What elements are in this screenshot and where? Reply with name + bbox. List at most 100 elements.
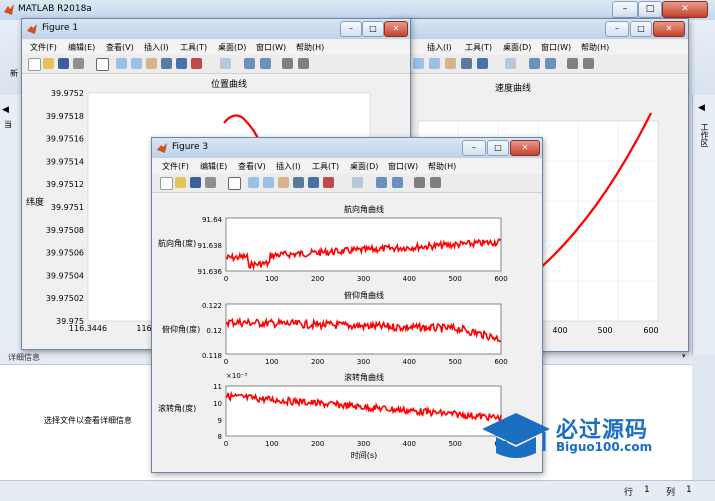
- data-cursor-icon[interactable]: [176, 58, 187, 69]
- watermark-en: Biguo100.com: [556, 440, 653, 454]
- figure1-title: Figure 1: [42, 23, 79, 33]
- brush-icon[interactable]: [323, 177, 334, 188]
- figure1-ytick: 39.9751: [51, 203, 84, 212]
- figure3-xtick: 400: [403, 358, 416, 366]
- status-bar: 行 1 列 1: [0, 480, 715, 501]
- new-figure-icon[interactable]: [160, 177, 173, 190]
- data-cursor-icon[interactable]: [477, 58, 488, 69]
- figure1-ytick: 39.97506: [46, 249, 84, 258]
- figure3-xtick: 100: [265, 275, 278, 283]
- figure2-xtick-600: 600: [643, 326, 658, 335]
- figure3-menu-help[interactable]: 帮助(H): [428, 161, 456, 172]
- figure2-close-button[interactable]: ✕: [653, 21, 685, 37]
- zoom-in-icon[interactable]: [116, 58, 127, 69]
- zoom-out-icon[interactable]: [131, 58, 142, 69]
- figure3-menu-file[interactable]: 文件(F): [162, 161, 189, 172]
- figure3-xtick: 200: [311, 275, 324, 283]
- data-cursor-icon[interactable]: [308, 177, 319, 188]
- link-plot-icon[interactable]: [505, 58, 516, 69]
- print-icon[interactable]: [205, 177, 216, 188]
- show-plot-tools-icon[interactable]: [298, 58, 309, 69]
- rotate-icon[interactable]: [293, 177, 304, 188]
- figure3-menu-edit[interactable]: 编辑(E): [200, 161, 227, 172]
- figure1-menu-desktop[interactable]: 桌面(D): [218, 42, 246, 53]
- figure1-minimize-button[interactable]: –: [340, 21, 362, 37]
- figure3-menu-window[interactable]: 窗口(W): [388, 161, 418, 172]
- rotate-icon[interactable]: [161, 58, 172, 69]
- figure2-menu-help[interactable]: 帮助(H): [581, 42, 609, 53]
- hide-plot-tools-icon[interactable]: [282, 58, 293, 69]
- save-icon[interactable]: [58, 58, 69, 69]
- new-figure-icon[interactable]: [28, 58, 41, 71]
- colorbar-icon[interactable]: [376, 177, 387, 188]
- show-plot-tools-icon[interactable]: [430, 177, 441, 188]
- subplot2-ylabel: 俯仰角(度): [162, 324, 200, 334]
- hide-plot-tools-icon[interactable]: [567, 58, 578, 69]
- figure2-menu-tools[interactable]: 工具(T): [465, 42, 492, 53]
- figure3-minimize-button[interactable]: –: [462, 140, 486, 156]
- colorbar-icon[interactable]: [244, 58, 255, 69]
- minimize-button[interactable]: –: [612, 1, 638, 18]
- figure1-menu-edit[interactable]: 编辑(E): [68, 42, 95, 53]
- figure2-menu-insert[interactable]: 插入(I): [427, 42, 452, 53]
- figure3-menu-view[interactable]: 查看(V): [238, 161, 266, 172]
- figure1-menu-view[interactable]: 查看(V): [106, 42, 134, 53]
- pan-icon[interactable]: [445, 58, 456, 69]
- legend-icon[interactable]: [545, 58, 556, 69]
- figure3-menu-desktop[interactable]: 桌面(D): [350, 161, 378, 172]
- link-plot-icon[interactable]: [352, 177, 363, 188]
- figure1-ytick: 39.97504: [46, 271, 84, 280]
- figure3-menubar: 文件(F) 编辑(E) 查看(V) 插入(I) 工具(T) 桌面(D) 窗口(W…: [152, 159, 542, 173]
- figure1-menu-insert[interactable]: 插入(I): [144, 42, 169, 53]
- legend-icon[interactable]: [260, 58, 271, 69]
- hide-plot-tools-icon[interactable]: [414, 177, 425, 188]
- pan-icon[interactable]: [278, 177, 289, 188]
- save-icon[interactable]: [190, 177, 201, 188]
- figure3-xtick: 500: [448, 440, 461, 448]
- figure1-maximize-button[interactable]: □: [362, 21, 384, 37]
- pan-icon[interactable]: [146, 58, 157, 69]
- figure2-menu-desktop[interactable]: 桌面(D): [503, 42, 531, 53]
- edit-plot-arrow-icon[interactable]: [96, 58, 109, 71]
- figure1-menu-window[interactable]: 窗口(W): [256, 42, 286, 53]
- close-button[interactable]: ✕: [662, 1, 708, 18]
- subplot1-ytick-0: 91.64: [202, 216, 223, 224]
- show-plot-tools-icon[interactable]: [583, 58, 594, 69]
- figure2-minimize-button[interactable]: –: [605, 21, 629, 37]
- figure2-maximize-button[interactable]: □: [630, 21, 652, 37]
- colorbar-icon[interactable]: [529, 58, 540, 69]
- open-file-icon[interactable]: [175, 177, 186, 188]
- figure1-close-button[interactable]: ✕: [384, 21, 408, 37]
- zoom-in-icon[interactable]: [248, 177, 259, 188]
- figure3-xtick: 300: [357, 440, 370, 448]
- figure1-menu-file[interactable]: 文件(F): [30, 42, 57, 53]
- details-collapse-icon[interactable]: ▾: [682, 352, 686, 360]
- zoom-out-icon[interactable]: [263, 177, 274, 188]
- figure3-menu-tools[interactable]: 工具(T): [312, 161, 339, 172]
- legend-icon[interactable]: [392, 177, 403, 188]
- figure1-menu-help[interactable]: 帮助(H): [296, 42, 324, 53]
- figure3-title: Figure 3: [172, 142, 209, 152]
- rotate-icon[interactable]: [461, 58, 472, 69]
- figure1-menu-tools[interactable]: 工具(T): [180, 42, 207, 53]
- panel-arrow-icon[interactable]: ◀: [698, 103, 705, 113]
- open-file-icon[interactable]: [43, 58, 54, 69]
- brush-icon[interactable]: [191, 58, 202, 69]
- figure3-xtick: 0: [224, 275, 228, 283]
- back-arrow-icon[interactable]: ◀: [2, 105, 9, 115]
- zoom-in-icon[interactable]: [413, 58, 424, 69]
- figure3-menu-insert[interactable]: 插入(I): [276, 161, 301, 172]
- edit-plot-arrow-icon[interactable]: [228, 177, 241, 190]
- figure3-xtick: 300: [357, 358, 370, 366]
- toolstrip-new-label[interactable]: 新: [10, 68, 18, 79]
- print-icon[interactable]: [73, 58, 84, 69]
- maximize-button[interactable]: □: [638, 1, 662, 18]
- link-plot-icon[interactable]: [220, 58, 231, 69]
- subplot3-exponent: ×10⁻³: [226, 372, 247, 380]
- figure3-xtick: 300: [357, 275, 370, 283]
- workspace-panel[interactable]: ◀ 工作区: [692, 95, 715, 355]
- figure3-maximize-button[interactable]: □: [487, 140, 509, 156]
- figure2-menu-window[interactable]: 窗口(W): [541, 42, 571, 53]
- figure3-close-button[interactable]: ✕: [510, 140, 540, 156]
- zoom-out-icon[interactable]: [429, 58, 440, 69]
